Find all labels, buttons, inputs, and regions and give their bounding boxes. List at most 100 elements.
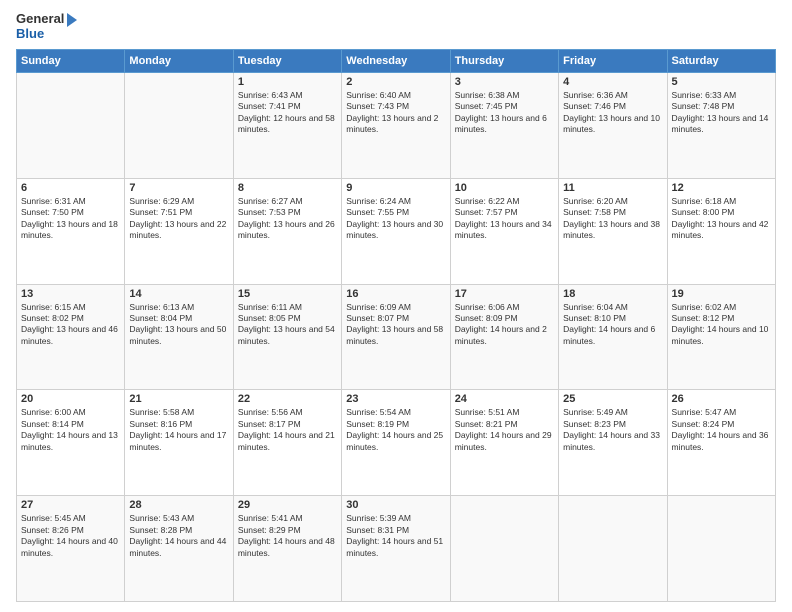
calendar-cell: 19 Sunrise: 6:02 AM Sunset: 8:12 PM Dayli… [667,284,775,390]
day-info: Sunrise: 5:51 AM Sunset: 8:21 PM Dayligh… [455,407,554,453]
calendar-cell: 13 Sunrise: 6:15 AM Sunset: 8:02 PM Dayli… [17,284,125,390]
day-number: 22 [238,393,337,405]
day-number: 3 [455,76,554,88]
day-info: Sunrise: 6:00 AM Sunset: 8:14 PM Dayligh… [21,407,120,453]
calendar-cell: 16 Sunrise: 6:09 AM Sunset: 8:07 PM Dayli… [342,284,450,390]
day-info: Sunrise: 5:56 AM Sunset: 8:17 PM Dayligh… [238,407,337,453]
day-number: 10 [455,182,554,194]
logo-blue: Blue [16,27,77,41]
day-of-week-header: Sunday [17,49,125,72]
calendar-cell: 18Sunrise: 6:04 AM Sunset: 8:10 PM Dayli… [559,284,667,390]
day-number: 16 [346,288,445,300]
day-number: 13 [21,288,120,300]
day-number: 26 [672,393,771,405]
calendar-week-row: 20 Sunrise: 6:00 AM Sunset: 8:14 PM Dayli… [17,390,776,496]
calendar-week-row: 13 Sunrise: 6:15 AM Sunset: 8:02 PM Dayli… [17,284,776,390]
logo-text-block: General Blue [16,12,77,41]
day-info: Sunrise: 6:31 AM Sunset: 7:50 PM Dayligh… [21,196,120,242]
day-number: 1 [238,76,337,88]
page: General Blue SundayMondayTuesdayWednesda… [0,0,792,612]
logo: General Blue [16,12,77,41]
calendar-header-row: SundayMondayTuesdayWednesdayThursdayFrid… [17,49,776,72]
day-of-week-header: Monday [125,49,233,72]
calendar-cell: 14Sunrise: 6:13 AM Sunset: 8:04 PM Dayli… [125,284,233,390]
day-info: Sunrise: 6:18 AM Sunset: 8:00 PM Dayligh… [672,196,771,242]
calendar-cell: 26 Sunrise: 5:47 AM Sunset: 8:24 PM Dayli… [667,390,775,496]
day-info: Sunrise: 5:39 AM Sunset: 8:31 PM Dayligh… [346,513,445,559]
calendar-cell: 20 Sunrise: 6:00 AM Sunset: 8:14 PM Dayli… [17,390,125,496]
day-info: Sunrise: 6:27 AM Sunset: 7:53 PM Dayligh… [238,196,337,242]
day-of-week-header: Thursday [450,49,558,72]
calendar-cell: 29 Sunrise: 5:41 AM Sunset: 8:29 PM Dayli… [233,496,341,602]
day-number: 18 [563,288,662,300]
day-number: 25 [563,393,662,405]
calendar-cell [450,496,558,602]
calendar-cell [125,72,233,178]
calendar-cell [559,496,667,602]
day-info: Sunrise: 6:29 AM Sunset: 7:51 PM Dayligh… [129,196,228,242]
day-number: 2 [346,76,445,88]
day-info: Sunrise: 5:41 AM Sunset: 8:29 PM Dayligh… [238,513,337,559]
day-number: 7 [129,182,228,194]
day-number: 15 [238,288,337,300]
calendar-cell: 2Sunrise: 6:40 AM Sunset: 7:43 PM Daylig… [342,72,450,178]
calendar-cell: 22 Sunrise: 5:56 AM Sunset: 8:17 PM Dayli… [233,390,341,496]
day-info: Sunrise: 6:33 AM Sunset: 7:48 PM Dayligh… [672,90,771,136]
day-number: 14 [129,288,228,300]
day-number: 27 [21,499,120,511]
calendar-cell: 28 Sunrise: 5:43 AM Sunset: 8:28 PM Dayli… [125,496,233,602]
calendar-week-row: 1 Sunrise: 6:43 AM Sunset: 7:41 PM Daylig… [17,72,776,178]
calendar-cell: 8 Sunrise: 6:27 AM Sunset: 7:53 PM Daylig… [233,178,341,284]
day-info: Sunrise: 6:22 AM Sunset: 7:57 PM Dayligh… [455,196,554,242]
day-info: Sunrise: 6:36 AM Sunset: 7:46 PM Dayligh… [563,90,662,136]
day-number: 5 [672,76,771,88]
calendar-cell: 24 Sunrise: 5:51 AM Sunset: 8:21 PM Dayli… [450,390,558,496]
day-of-week-header: Tuesday [233,49,341,72]
calendar-cell: 12Sunrise: 6:18 AM Sunset: 8:00 PM Dayli… [667,178,775,284]
day-info: Sunrise: 6:15 AM Sunset: 8:02 PM Dayligh… [21,302,120,348]
day-number: 19 [672,288,771,300]
day-info: Sunrise: 5:54 AM Sunset: 8:19 PM Dayligh… [346,407,445,453]
day-number: 8 [238,182,337,194]
day-info: Sunrise: 6:11 AM Sunset: 8:05 PM Dayligh… [238,302,337,348]
day-info: Sunrise: 5:49 AM Sunset: 8:23 PM Dayligh… [563,407,662,453]
calendar-cell: 30 Sunrise: 5:39 AM Sunset: 8:31 PM Dayli… [342,496,450,602]
calendar-cell: 25 Sunrise: 5:49 AM Sunset: 8:23 PM Dayli… [559,390,667,496]
calendar-cell [667,496,775,602]
day-number: 20 [21,393,120,405]
day-info: Sunrise: 6:38 AM Sunset: 7:45 PM Dayligh… [455,90,554,136]
calendar-cell: 6Sunrise: 6:31 AM Sunset: 7:50 PM Daylig… [17,178,125,284]
day-info: Sunrise: 6:06 AM Sunset: 8:09 PM Dayligh… [455,302,554,348]
calendar-cell: 7 Sunrise: 6:29 AM Sunset: 7:51 PM Daylig… [125,178,233,284]
day-number: 9 [346,182,445,194]
calendar-cell: 1 Sunrise: 6:43 AM Sunset: 7:41 PM Daylig… [233,72,341,178]
logo-general: General [16,12,77,27]
day-number: 21 [129,393,228,405]
day-info: Sunrise: 6:20 AM Sunset: 7:58 PM Dayligh… [563,196,662,242]
day-info: Sunrise: 5:43 AM Sunset: 8:28 PM Dayligh… [129,513,228,559]
header: General Blue [16,12,776,41]
day-number: 30 [346,499,445,511]
day-info: Sunrise: 6:43 AM Sunset: 7:41 PM Dayligh… [238,90,337,136]
day-of-week-header: Wednesday [342,49,450,72]
day-number: 4 [563,76,662,88]
day-of-week-header: Saturday [667,49,775,72]
day-of-week-header: Friday [559,49,667,72]
day-number: 23 [346,393,445,405]
calendar-week-row: 27Sunrise: 5:45 AM Sunset: 8:26 PM Dayli… [17,496,776,602]
calendar-cell: 15 Sunrise: 6:11 AM Sunset: 8:05 PM Dayli… [233,284,341,390]
calendar-table: SundayMondayTuesdayWednesdayThursdayFrid… [16,49,776,602]
day-number: 11 [563,182,662,194]
calendar-cell [17,72,125,178]
day-number: 28 [129,499,228,511]
calendar-cell: 27Sunrise: 5:45 AM Sunset: 8:26 PM Dayli… [17,496,125,602]
day-info: Sunrise: 6:02 AM Sunset: 8:12 PM Dayligh… [672,302,771,348]
day-number: 24 [455,393,554,405]
calendar-cell: 5 Sunrise: 6:33 AM Sunset: 7:48 PM Daylig… [667,72,775,178]
day-number: 29 [238,499,337,511]
calendar-cell: 4 Sunrise: 6:36 AM Sunset: 7:46 PM Daylig… [559,72,667,178]
calendar-cell: 3 Sunrise: 6:38 AM Sunset: 7:45 PM Daylig… [450,72,558,178]
day-info: Sunrise: 5:47 AM Sunset: 8:24 PM Dayligh… [672,407,771,453]
day-info: Sunrise: 6:09 AM Sunset: 8:07 PM Dayligh… [346,302,445,348]
calendar-cell: 23 Sunrise: 5:54 AM Sunset: 8:19 PM Dayli… [342,390,450,496]
